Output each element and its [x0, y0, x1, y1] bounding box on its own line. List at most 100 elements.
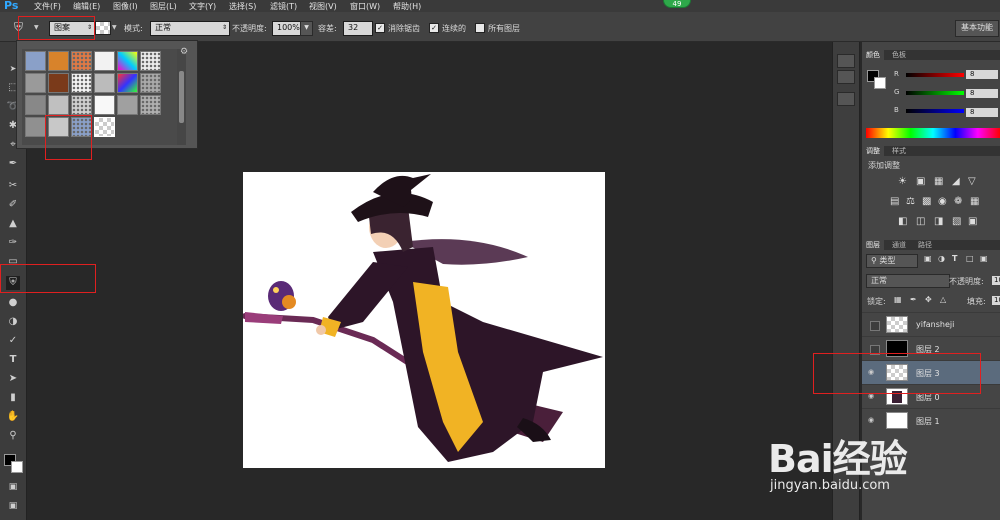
opacity-dropdown-icon[interactable]: ▼: [300, 21, 313, 36]
document-canvas[interactable]: [243, 172, 605, 468]
pattern-swatch[interactable]: [94, 51, 115, 71]
blend-mode-select[interactable]: 正常: [866, 274, 950, 288]
tolerance-input[interactable]: 32: [343, 21, 373, 36]
tab-adjustments[interactable]: 调整: [862, 146, 884, 156]
menu-type[interactable]: 文字(Y): [189, 1, 216, 12]
type-tool-icon[interactable]: T: [6, 353, 20, 367]
zoom-tool-icon[interactable]: ⚲: [6, 429, 20, 443]
blue-slider[interactable]: [906, 109, 964, 113]
pattern-swatch[interactable]: [94, 73, 115, 93]
color-lookup-icon[interactable]: ▦: [970, 196, 979, 207]
black-white-icon[interactable]: ▩: [922, 196, 931, 207]
color-balance-icon[interactable]: ⚖: [906, 196, 915, 207]
fill-input[interactable]: 10: [992, 296, 1000, 305]
filter-pixel-icon[interactable]: ▣: [924, 254, 932, 263]
blue-value[interactable]: 8: [966, 108, 998, 117]
brightness-icon[interactable]: ☀: [898, 176, 907, 187]
posterize-icon[interactable]: ◫: [916, 216, 925, 227]
pattern-swatch[interactable]: [48, 95, 69, 115]
update-badge[interactable]: 49: [663, 0, 691, 8]
clone-stamp-tool-icon[interactable]: ▲: [6, 217, 20, 231]
pattern-dropdown-icon[interactable]: ▼: [112, 24, 117, 31]
pattern-picker-button[interactable]: [95, 21, 111, 35]
menu-view[interactable]: 视图(V): [309, 1, 337, 12]
menu-edit[interactable]: 编辑(E): [73, 1, 100, 12]
menu-help[interactable]: 帮助(H): [393, 1, 421, 12]
path-select-tool-icon[interactable]: ➤: [6, 372, 20, 386]
pattern-swatch[interactable]: [117, 73, 138, 93]
menu-window[interactable]: 窗口(W): [350, 1, 380, 12]
filter-type-icon[interactable]: T: [952, 254, 957, 263]
menu-image[interactable]: 图像(I): [113, 1, 138, 12]
history-icon[interactable]: [837, 54, 855, 68]
pattern-scroll-thumb[interactable]: [179, 71, 184, 123]
dodge-tool-icon[interactable]: ◑: [6, 315, 20, 329]
layer-row[interactable]: yifansheji: [862, 312, 1000, 337]
filter-adjustment-icon[interactable]: ◑: [938, 254, 945, 263]
visibility-toggle[interactable]: [870, 321, 880, 331]
hue-icon[interactable]: ▤: [890, 196, 899, 207]
hand-tool-icon[interactable]: ✋: [6, 410, 20, 424]
properties-icon[interactable]: [837, 70, 855, 84]
layer-opacity-input[interactable]: 10: [992, 276, 1000, 285]
pattern-swatch[interactable]: [94, 95, 115, 115]
green-value[interactable]: 8: [966, 89, 998, 98]
pattern-swatch[interactable]: [48, 51, 69, 71]
pattern-swatch[interactable]: [25, 117, 46, 137]
pattern-swatch-transparent-selected[interactable]: [94, 117, 115, 137]
lock-position-icon[interactable]: ✥: [925, 295, 932, 304]
vibrance-icon[interactable]: ▽: [968, 176, 976, 187]
tab-layers[interactable]: 图层: [862, 240, 884, 250]
threshold-icon[interactable]: ◨: [934, 216, 943, 227]
tab-channels[interactable]: 通道: [888, 240, 910, 250]
lock-all-icon[interactable]: △: [940, 295, 946, 304]
photo-filter-icon[interactable]: ◉: [938, 196, 947, 207]
pattern-swatch[interactable]: [117, 95, 138, 115]
channel-mixer-icon[interactable]: ❁: [954, 196, 962, 207]
pattern-swatch[interactable]: [140, 95, 161, 115]
lock-pixels-icon[interactable]: ✒: [910, 295, 917, 304]
layer-filter-select[interactable]: ⚲ 类型: [866, 254, 918, 268]
background-color-swatch[interactable]: [874, 77, 886, 89]
info-icon[interactable]: [837, 92, 855, 106]
workspace-button[interactable]: 基本功能: [955, 20, 999, 37]
tab-color[interactable]: 颜色: [862, 50, 884, 60]
healing-brush-tool-icon[interactable]: ✂: [6, 179, 20, 193]
quick-mask-icon[interactable]: ▣: [6, 480, 20, 494]
all-layers-checkbox[interactable]: [475, 23, 485, 33]
rectangle-tool-icon[interactable]: ▮: [6, 391, 20, 405]
selective-color-icon[interactable]: ▣: [968, 216, 977, 227]
pattern-swatch[interactable]: [117, 51, 138, 71]
menu-file[interactable]: 文件(F): [34, 1, 61, 12]
history-brush-tool-icon[interactable]: ✑: [6, 236, 20, 250]
blur-tool-icon[interactable]: ●: [6, 296, 20, 310]
brush-tool-icon[interactable]: ✐: [6, 198, 20, 212]
pattern-swatch[interactable]: [71, 95, 92, 115]
background-color-swatch[interactable]: [11, 461, 23, 473]
color-spectrum[interactable]: [866, 128, 1000, 138]
lock-transparency-icon[interactable]: ▦: [894, 295, 902, 304]
tab-paths[interactable]: 路径: [914, 240, 936, 250]
green-slider[interactable]: [906, 91, 964, 95]
tab-styles[interactable]: 样式: [888, 146, 910, 156]
pen-tool-icon[interactable]: ✓: [6, 334, 20, 348]
contiguous-checkbox[interactable]: ✓: [429, 23, 439, 33]
invert-icon[interactable]: ◧: [898, 216, 907, 227]
screen-mode-icon[interactable]: ▣: [6, 499, 20, 513]
gradient-map-icon[interactable]: ▧: [952, 216, 961, 227]
pattern-swatch[interactable]: [25, 95, 46, 115]
antialias-checkbox[interactable]: ✓: [375, 23, 385, 33]
pattern-swatch[interactable]: [25, 51, 46, 71]
menu-layer[interactable]: 图层(L): [150, 1, 177, 12]
pattern-swatch[interactable]: [140, 73, 161, 93]
eyedropper-tool-icon[interactable]: ✒: [6, 157, 20, 171]
tab-swatches[interactable]: 色板: [888, 50, 910, 60]
mode-select[interactable]: 正常 ⇕: [150, 21, 230, 36]
pattern-swatch[interactable]: [140, 51, 161, 71]
filter-shape-icon[interactable]: □: [966, 254, 974, 263]
pattern-swatch[interactable]: [25, 73, 46, 93]
gear-icon[interactable]: ⚙: [180, 47, 188, 57]
curves-icon[interactable]: ▦: [934, 176, 943, 187]
pattern-swatch[interactable]: [71, 51, 92, 71]
menu-select[interactable]: 选择(S): [229, 1, 256, 12]
